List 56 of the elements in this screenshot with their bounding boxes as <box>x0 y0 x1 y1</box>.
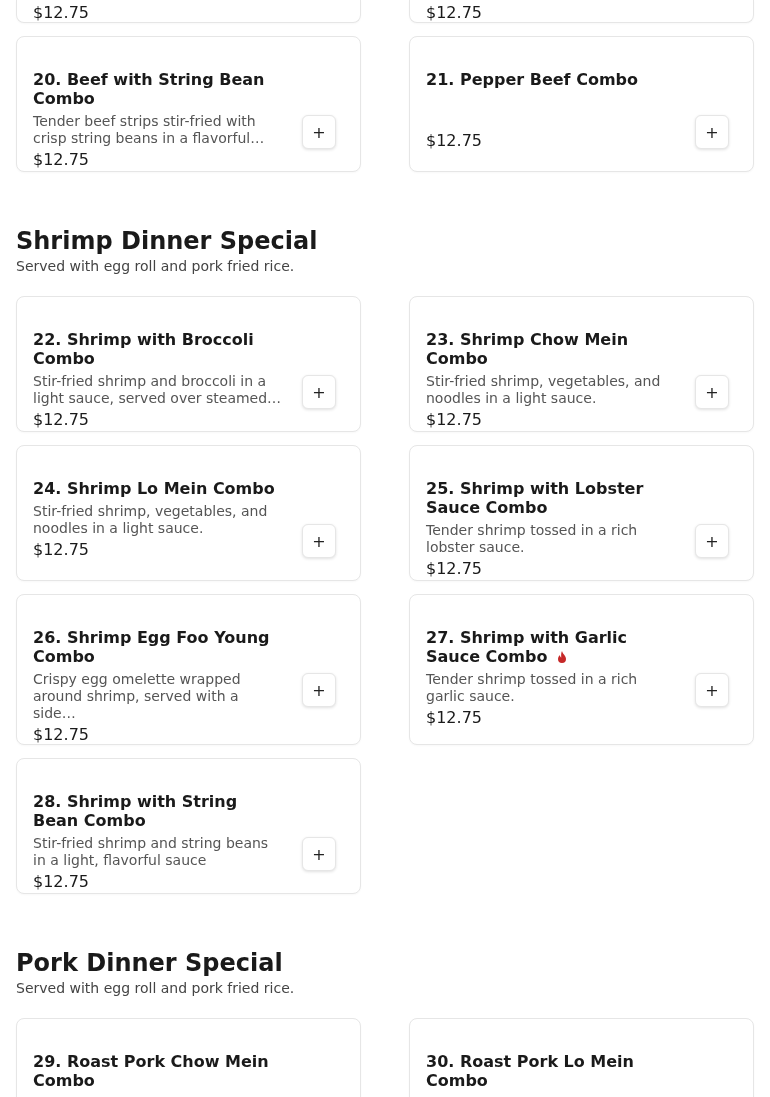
menu-item-card[interactable]: 21. Pepper Beef Combo $12.75 + <box>409 36 754 172</box>
menu-item-card[interactable]: 25. Shrimp with Lobster Sauce Combo Tender shrimp tossed in a rich lobster sauce. $12.75 + <box>409 445 754 581</box>
add-button[interactable]: + <box>302 837 336 871</box>
menu-item-card[interactable]: $12.75 <box>409 0 754 23</box>
item-description: Tender beef strips stir-fried with crisp string beans in a flavorful… <box>33 113 266 147</box>
item-description: Tender shrimp tossed in a rich garlic sauce. <box>426 671 639 705</box>
section-subtitle: Served with egg roll and pork fried rice. <box>16 257 296 276</box>
item-title: 23. Shrimp Chow Mein Combo <box>426 330 629 368</box>
item-price: $12.75 <box>426 4 483 22</box>
section-subtitle: Served with egg roll and pork fried rice. <box>16 979 296 998</box>
item-title: 24. Shrimp Lo Mein Combo <box>33 479 275 498</box>
add-button[interactable]: + <box>302 673 336 707</box>
menu-item-card[interactable]: $12.75 <box>16 0 361 23</box>
menu-item-card[interactable]: 29. Roast Pork Chow Mein Combo <box>16 1018 361 1097</box>
item-price: $12.75 <box>33 151 90 169</box>
item-title: 30. Roast Pork Lo Mein Combo <box>426 1052 634 1090</box>
item-title: 25. Shrimp with Lobster Sauce Combo <box>426 479 644 517</box>
item-price: $12.75 <box>426 411 483 429</box>
add-button[interactable]: + <box>302 115 336 149</box>
item-description: Stir-fried shrimp and string beans in a light, flavorful sauce <box>33 835 270 869</box>
item-price: $12.75 <box>33 411 90 429</box>
item-price: $12.75 <box>426 132 483 150</box>
add-button[interactable]: + <box>302 524 336 558</box>
item-price: $12.75 <box>33 541 90 559</box>
menu-item-card[interactable]: 22. Shrimp with Broccoli Combo Stir-fried shrimp and broccoli in a light sauce, served over steamed… $12.75 + <box>16 296 361 432</box>
menu-item-card[interactable]: 20. Beef with String Bean Combo Tender beef strips stir-fried with crisp string beans in a flavorful… $12.75 + <box>16 36 361 172</box>
item-description: Stir-fried shrimp, vegetables, and noodles in a light sauce. <box>33 503 269 537</box>
menu-item-card[interactable]: 26. Shrimp Egg Foo Young Combo Crispy egg omelette wrapped around shrimp, served with a side… $12.75 + <box>16 594 361 745</box>
item-title: 29. Roast Pork Chow Mein Combo <box>33 1052 269 1090</box>
item-description: Stir-fried shrimp, vegetables, and noodles in a light sauce. <box>426 373 662 407</box>
add-button[interactable]: + <box>302 375 336 409</box>
menu-item-card[interactable]: 23. Shrimp Chow Mein Combo Stir-fried shrimp, vegetables, and noodles in a light sauce. $12.75 + <box>409 296 754 432</box>
item-title: 21. Pepper Beef Combo <box>426 70 638 89</box>
item-title: 27. Shrimp with Garlic Sauce Combo <box>426 628 628 666</box>
add-button[interactable]: + <box>695 115 729 149</box>
menu-item-card[interactable]: 28. Shrimp with String Bean Combo Stir-fried shrimp and string beans in a light, flavorful sauce $12.75 + <box>16 758 361 894</box>
add-button[interactable]: + <box>695 673 729 707</box>
item-price: $12.75 <box>33 4 90 22</box>
menu-item-card[interactable]: 24. Shrimp Lo Mein Combo Stir-fried shrimp, vegetables, and noodles in a light sauce. $12.75 + <box>16 445 361 581</box>
menu-item-card[interactable]: 30. Roast Pork Lo Mein Combo <box>409 1018 754 1097</box>
section-title: Pork Dinner Special <box>16 948 284 978</box>
item-title: 22. Shrimp with Broccoli Combo <box>33 330 254 368</box>
item-description: Tender shrimp tossed in a rich lobster sauce. <box>426 522 639 556</box>
item-title: 26. Shrimp Egg Foo Young Combo <box>33 628 270 666</box>
item-price: $12.75 <box>426 560 483 578</box>
section-title: Shrimp Dinner Special <box>16 226 319 256</box>
item-description: Stir-fried shrimp and broccoli in a light sauce, served over steamed… <box>33 373 283 407</box>
add-button[interactable]: + <box>695 375 729 409</box>
menu-item-card[interactable]: 27. Shrimp with Garlic Sauce Combo Tender shrimp tossed in a rich garlic sauce. $12.75 + <box>409 594 754 745</box>
item-title: 28. Shrimp with String Bean Combo <box>33 792 238 830</box>
item-price: $12.75 <box>33 726 90 744</box>
item-price: $12.75 <box>33 873 90 891</box>
item-title: 20. Beef with String Bean Combo <box>33 70 265 108</box>
item-description: Crispy egg omelette wrapped around shrimp, served with a side… <box>33 671 242 722</box>
item-price: $12.75 <box>426 709 483 727</box>
add-button[interactable]: + <box>695 524 729 558</box>
